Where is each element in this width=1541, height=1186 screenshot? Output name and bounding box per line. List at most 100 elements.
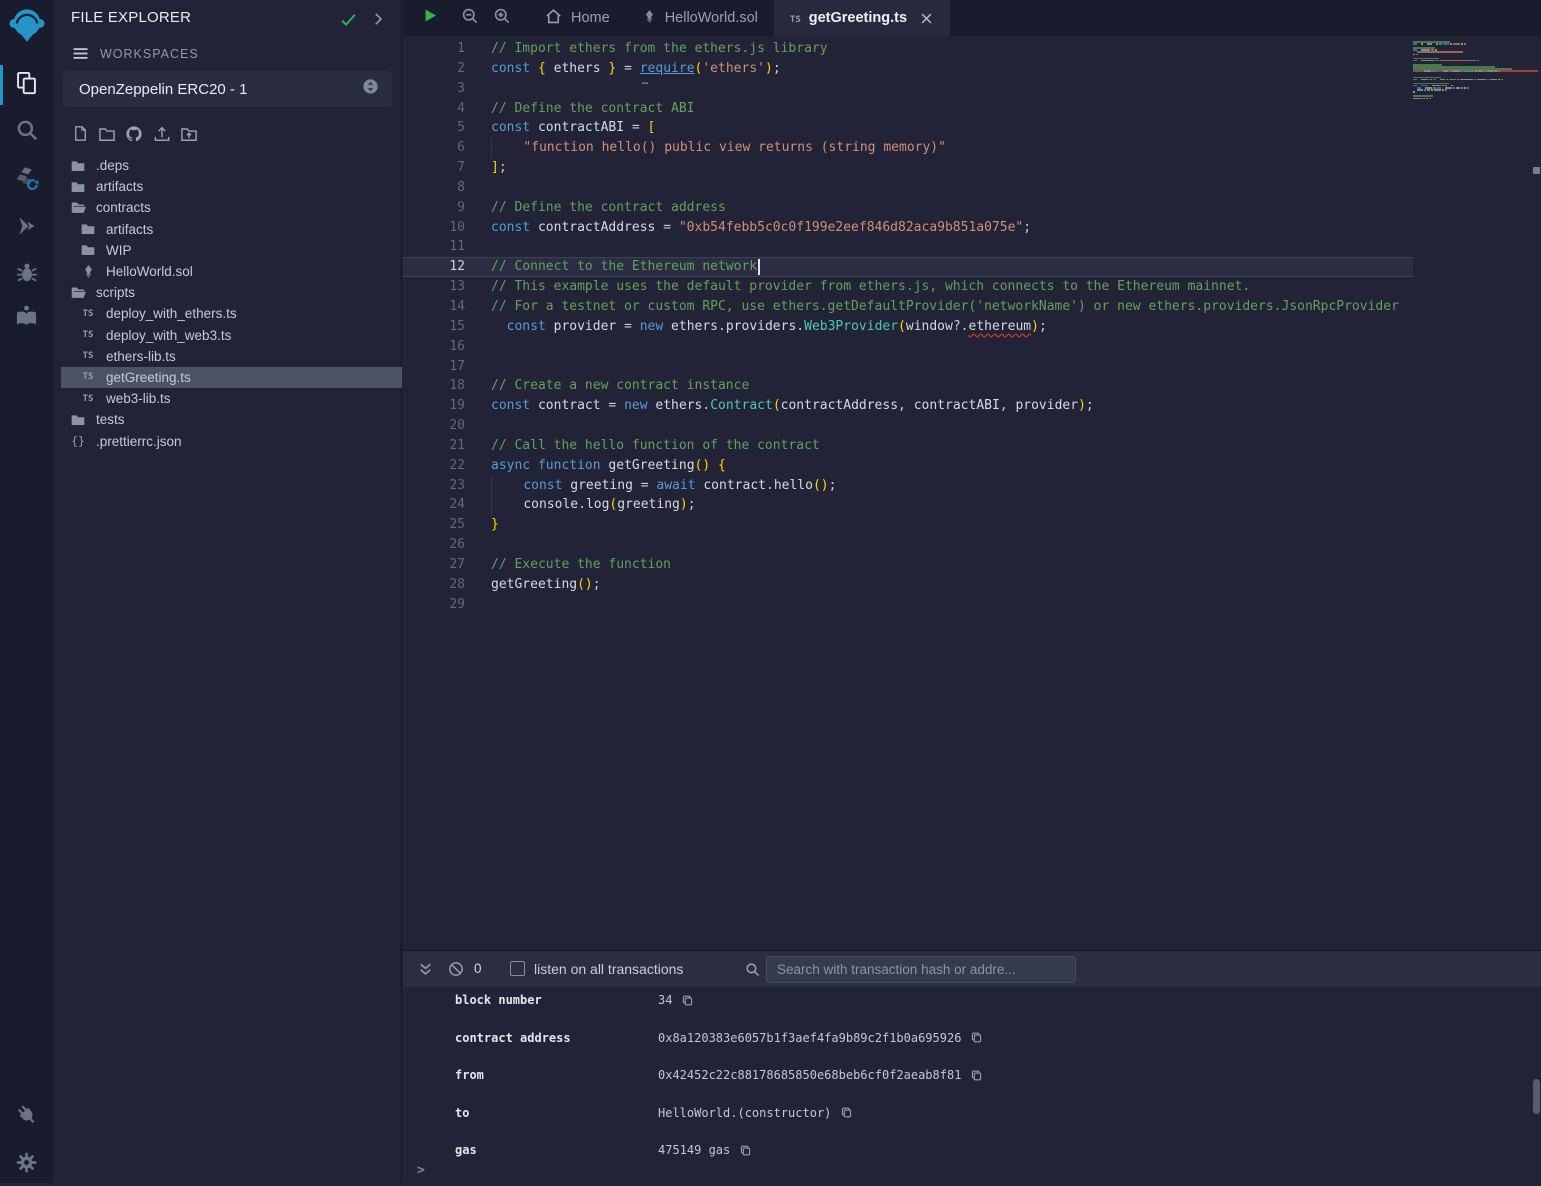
- play-icon: [422, 6, 439, 30]
- run-script-button[interactable]: [422, 0, 439, 36]
- tab-HelloWorld.sol[interactable]: HelloWorld.sol: [626, 0, 774, 36]
- logo-icon: [7, 6, 47, 51]
- activity-settings[interactable]: [0, 1144, 53, 1186]
- activity-bar: [0, 0, 53, 1183]
- typescript-glyph: TS: [83, 372, 94, 382]
- tree-item-.deps[interactable]: .deps: [61, 155, 402, 176]
- minimap[interactable]: [1413, 41, 1538, 141]
- tree-item-label: scripts: [96, 285, 135, 300]
- folder-open-icon: [69, 199, 87, 216]
- copy-icon[interactable]: [739, 1144, 752, 1157]
- publish-to-gist-button[interactable]: [124, 124, 144, 144]
- copy-icon[interactable]: [970, 1069, 983, 1082]
- tree-item-deploy_with_web3.ts[interactable]: TSdeploy_with_web3.ts: [61, 325, 402, 346]
- terminal-scrollbar[interactable]: [1533, 1079, 1540, 1114]
- folder-icon: [69, 158, 87, 174]
- line-number[interactable]: 28: [403, 575, 465, 595]
- line-number[interactable]: 8: [403, 178, 465, 198]
- activity-remix-guide[interactable]: [0, 298, 53, 340]
- activity-deploy-and-run[interactable]: [0, 207, 53, 249]
- line-number[interactable]: 9: [403, 198, 465, 218]
- activity-file-explorer[interactable]: [0, 64, 53, 106]
- tree-item-tests[interactable]: tests: [61, 409, 402, 430]
- files-icon: [13, 69, 40, 101]
- code-line-8: 8: [403, 178, 1413, 198]
- line-number[interactable]: 22: [403, 456, 465, 476]
- workspace-ok-icon[interactable]: [339, 10, 358, 34]
- line-number[interactable]: 12: [403, 257, 465, 277]
- activity-solidity-compiler[interactable]: [0, 160, 53, 202]
- line-number[interactable]: 23: [403, 476, 465, 496]
- terminal-search-input[interactable]: [766, 956, 1076, 983]
- tree-item-artifacts[interactable]: artifacts: [61, 219, 402, 240]
- terminal-collapse-icon[interactable]: [416, 960, 435, 984]
- line-number[interactable]: 20: [403, 416, 465, 436]
- activity-search[interactable]: [0, 111, 53, 153]
- copy-icon[interactable]: [970, 1031, 983, 1044]
- tree-item-HelloWorld.sol[interactable]: HelloWorld.sol: [61, 261, 402, 282]
- line-number[interactable]: 7: [403, 158, 465, 178]
- terminal-row-contract-address: contract address0x8a120383e6057b1f3aef4f…: [403, 1030, 1541, 1046]
- line-number[interactable]: 6: [403, 138, 465, 158]
- terminal-prompt[interactable]: >: [417, 1163, 425, 1178]
- clear-console-icon[interactable]: [447, 960, 465, 983]
- zoom-in-button[interactable]: [492, 0, 512, 36]
- solidity-icon: [79, 263, 97, 280]
- code-line-13: 13// This example uses the default provi…: [403, 277, 1413, 297]
- tree-item-.prettierrc.json[interactable]: {}.prettierrc.json: [61, 430, 402, 451]
- close-tab-icon[interactable]: [919, 11, 934, 26]
- tree-item-web3-lib.ts[interactable]: TSweb3-lib.ts: [61, 388, 402, 409]
- line-number[interactable]: 16: [403, 337, 465, 357]
- terminal-value-text: HelloWorld.(constructor): [658, 1106, 831, 1120]
- code-editor[interactable]: 1// Import ethers from the ethers.js lib…: [403, 36, 1541, 950]
- compiler-icon: [13, 165, 41, 198]
- line-number[interactable]: 4: [403, 99, 465, 119]
- code-line-11: 11: [403, 237, 1413, 257]
- line-number[interactable]: 19: [403, 396, 465, 416]
- copy-icon[interactable]: [840, 1106, 853, 1119]
- line-number[interactable]: 15: [403, 317, 465, 337]
- upload-folder-button[interactable]: [179, 124, 199, 144]
- create-new-file-button[interactable]: [71, 124, 91, 144]
- terminal-value-text: 0x42452c22c88178685850e68beb6cf0f2aeab8f…: [658, 1068, 961, 1082]
- code-line-20: 20: [403, 416, 1413, 436]
- line-number[interactable]: 13: [403, 277, 465, 297]
- tree-item-contracts[interactable]: contracts: [61, 197, 402, 218]
- editor-scrollbar[interactable]: [1533, 167, 1540, 174]
- tree-item-deploy_with_ethers.ts[interactable]: TSdeploy_with_ethers.ts: [61, 303, 402, 324]
- line-number[interactable]: 10: [403, 218, 465, 238]
- line-number[interactable]: 21: [403, 436, 465, 456]
- tree-item-ethers-lib.ts[interactable]: TSethers-lib.ts: [61, 346, 402, 367]
- line-number[interactable]: 1: [403, 39, 465, 59]
- tree-item-artifacts[interactable]: artifacts: [61, 176, 402, 197]
- workspace-select[interactable]: OpenZeppelin ERC20 - 1: [63, 71, 392, 107]
- line-number[interactable]: 26: [403, 535, 465, 555]
- zoom-out-button[interactable]: [460, 0, 480, 36]
- tree-item-getGreeting.ts[interactable]: TSgetGreeting.ts: [61, 367, 402, 388]
- tree-item-scripts[interactable]: scripts: [61, 282, 402, 303]
- line-number[interactable]: 29: [403, 595, 465, 615]
- tab-getGreeting.ts[interactable]: TSgetGreeting.ts: [774, 0, 950, 36]
- line-number[interactable]: 5: [403, 118, 465, 138]
- activity-debugger[interactable]: [0, 254, 53, 296]
- upload-file-button[interactable]: [152, 124, 172, 144]
- line-number[interactable]: 27: [403, 555, 465, 575]
- line-number[interactable]: 2: [403, 59, 465, 79]
- line-number[interactable]: 18: [403, 376, 465, 396]
- line-number[interactable]: 11: [403, 237, 465, 257]
- line-number[interactable]: 24: [403, 495, 465, 515]
- tree-item-WIP[interactable]: WIP: [61, 240, 402, 261]
- line-number[interactable]: 25: [403, 515, 465, 535]
- create-new-folder-button[interactable]: [97, 124, 117, 144]
- gear-icon: [14, 1150, 39, 1180]
- line-number[interactable]: 3: [403, 79, 465, 99]
- panel-collapse-icon[interactable]: [369, 10, 387, 33]
- tab-Home[interactable]: Home: [528, 0, 626, 36]
- activity-plugin-manager[interactable]: [0, 1096, 53, 1138]
- workspaces-menu-icon[interactable]: [70, 43, 91, 69]
- listen-transactions-checkbox[interactable]: [510, 961, 525, 976]
- line-number[interactable]: 14: [403, 297, 465, 317]
- line-number[interactable]: 17: [403, 357, 465, 377]
- code-lines: 1// Import ethers from the ethers.js lib…: [403, 39, 1413, 614]
- copy-icon[interactable]: [681, 994, 694, 1007]
